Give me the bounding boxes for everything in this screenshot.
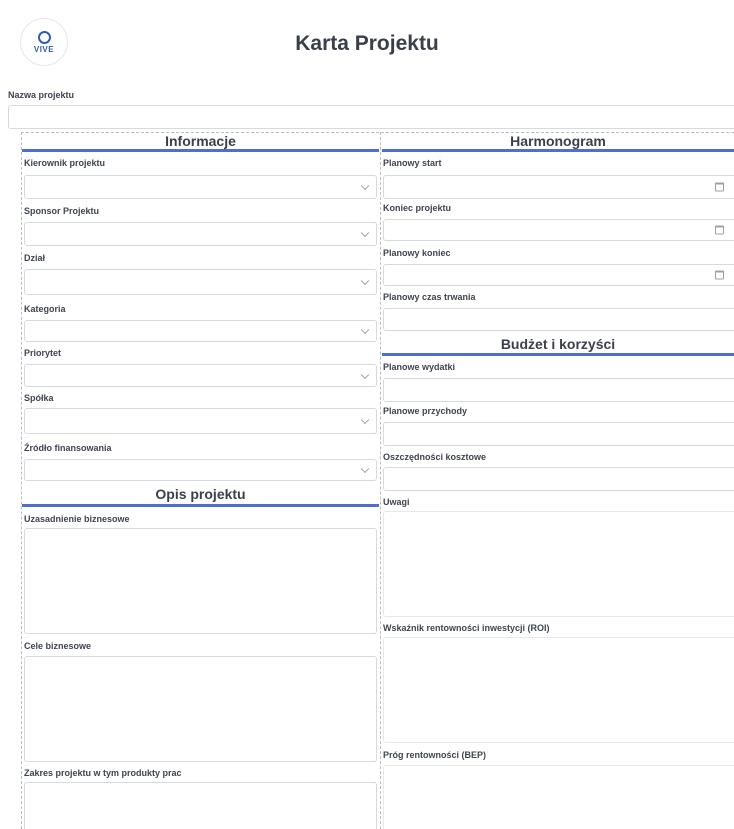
business-justification-textarea[interactable] (24, 528, 377, 634)
roi-textarea[interactable] (383, 637, 734, 743)
chevron-down-icon (360, 415, 370, 425)
sponsor-label: Sponsor Projektu (24, 206, 100, 216)
planned-end-label: Planowy koniec (383, 248, 451, 258)
planned-expenses-input[interactable] (383, 378, 734, 402)
bep-textarea[interactable] (383, 765, 734, 829)
project-name-input[interactable] (8, 105, 734, 129)
cost-savings-label: Oszczędności kosztowe (383, 452, 487, 462)
notes-label: Uwagi (383, 497, 410, 507)
manager-select[interactable] (24, 175, 377, 199)
planned-revenue-input[interactable] (383, 422, 734, 446)
section-info-underline (22, 149, 379, 152)
priority-select[interactable] (24, 364, 377, 387)
project-end-date-input[interactable] (383, 219, 734, 241)
calendar-icon[interactable] (715, 270, 724, 280)
chevron-down-icon (360, 181, 370, 191)
business-justification-label: Uzasadnienie biznesowe (24, 514, 130, 524)
cost-savings-input[interactable] (383, 467, 734, 491)
form-frame-left (21, 132, 22, 829)
calendar-icon[interactable] (715, 225, 724, 235)
project-name-label: Nazwa projektu (8, 90, 75, 100)
sponsor-select[interactable] (24, 222, 377, 246)
roi-label: Wskaźnik rentowności inwestycji (ROI) (383, 623, 550, 633)
company-select[interactable] (24, 408, 377, 434)
project-card-page: VIVE Karta Projektu Nazwa projektu Infor… (0, 0, 734, 829)
planned-revenue-label: Planowe przychody (383, 406, 468, 416)
planned-duration-label: Planowy czas trwania (383, 292, 476, 302)
funding-source-select[interactable] (24, 459, 377, 481)
category-label: Kategoria (24, 304, 66, 314)
column-divider (380, 132, 381, 829)
section-schedule-underline (382, 149, 734, 152)
planned-start-date-input[interactable] (383, 175, 734, 199)
section-description-underline (22, 504, 379, 507)
chevron-down-icon (360, 370, 370, 379)
calendar-icon[interactable] (715, 182, 724, 192)
chevron-down-icon (360, 464, 370, 474)
manager-label: Kierownik projektu (24, 158, 106, 168)
section-budget-title: Budżet i korzyści (500, 336, 616, 352)
planned-start-label: Planowy start (383, 158, 442, 168)
category-select[interactable] (24, 320, 377, 342)
company-label: Spółka (24, 393, 54, 403)
section-budget-underline (382, 353, 734, 356)
chevron-down-icon (360, 325, 370, 335)
section-info-title: Informacje (165, 133, 236, 149)
page-title: Karta Projektu (295, 32, 439, 55)
notes-textarea[interactable] (383, 511, 734, 617)
funding-source-label: Źródło finansowania (24, 443, 112, 453)
chevron-down-icon (360, 228, 370, 238)
business-goals-textarea[interactable] (24, 656, 377, 762)
section-schedule-title: Harmonogram (510, 133, 606, 149)
section-description-title: Opis projektu (155, 486, 246, 502)
business-goals-label: Cele biznesowe (24, 641, 92, 651)
planned-duration-input[interactable] (383, 308, 734, 331)
project-end-label: Koniec projektu (383, 203, 452, 213)
project-scope-label: Zakres projektu w tym produkty prac (24, 768, 182, 778)
bep-label: Próg rentowności (BEP) (383, 750, 487, 760)
department-label: Dział (24, 253, 46, 263)
planned-expenses-label: Planowe wydatki (383, 362, 456, 372)
priority-label: Priorytet (24, 348, 62, 358)
planned-end-date-input[interactable] (383, 264, 734, 286)
chevron-down-icon (360, 276, 370, 286)
project-scope-textarea[interactable] (24, 782, 377, 829)
department-select[interactable] (24, 269, 377, 295)
